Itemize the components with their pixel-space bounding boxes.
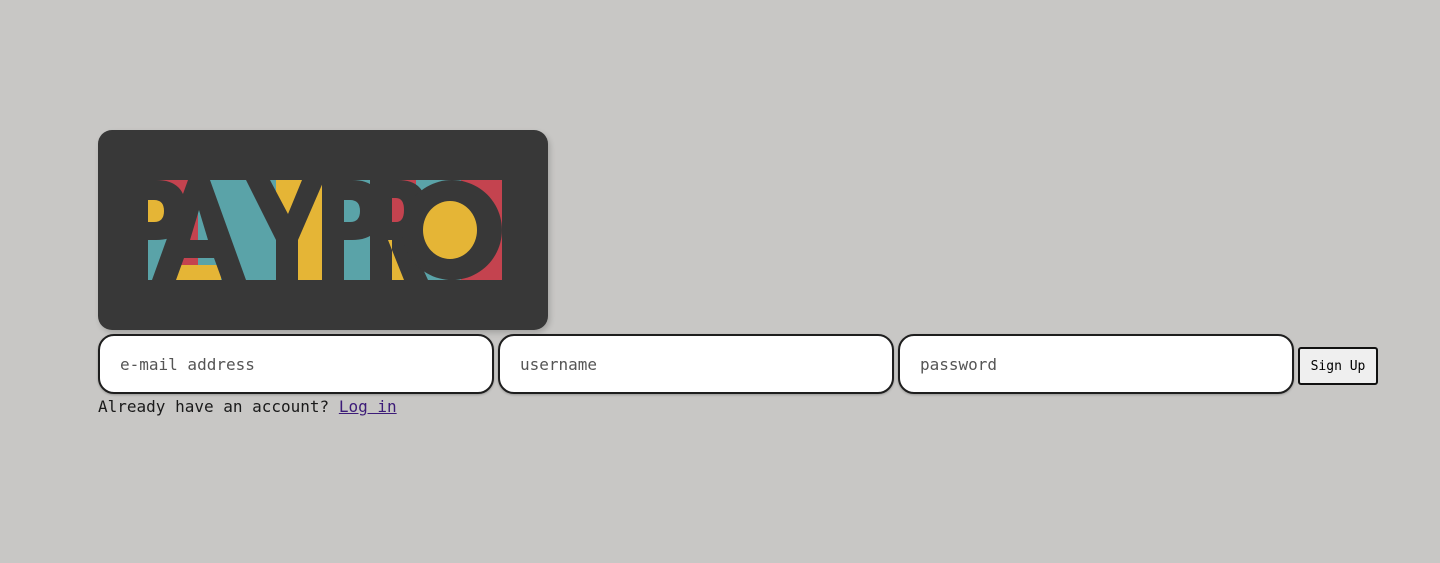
login-prompt-text: Already have an account?: [98, 397, 330, 416]
login-link[interactable]: Log in: [339, 397, 397, 416]
login-prompt: Already have an account? Log in: [98, 397, 397, 416]
paypro-logo: [126, 180, 502, 280]
password-field[interactable]: [898, 334, 1294, 394]
logo-card: [98, 130, 548, 330]
sign-up-button[interactable]: Sign Up: [1298, 347, 1378, 385]
username-field[interactable]: [498, 334, 894, 394]
email-field[interactable]: [98, 334, 494, 394]
